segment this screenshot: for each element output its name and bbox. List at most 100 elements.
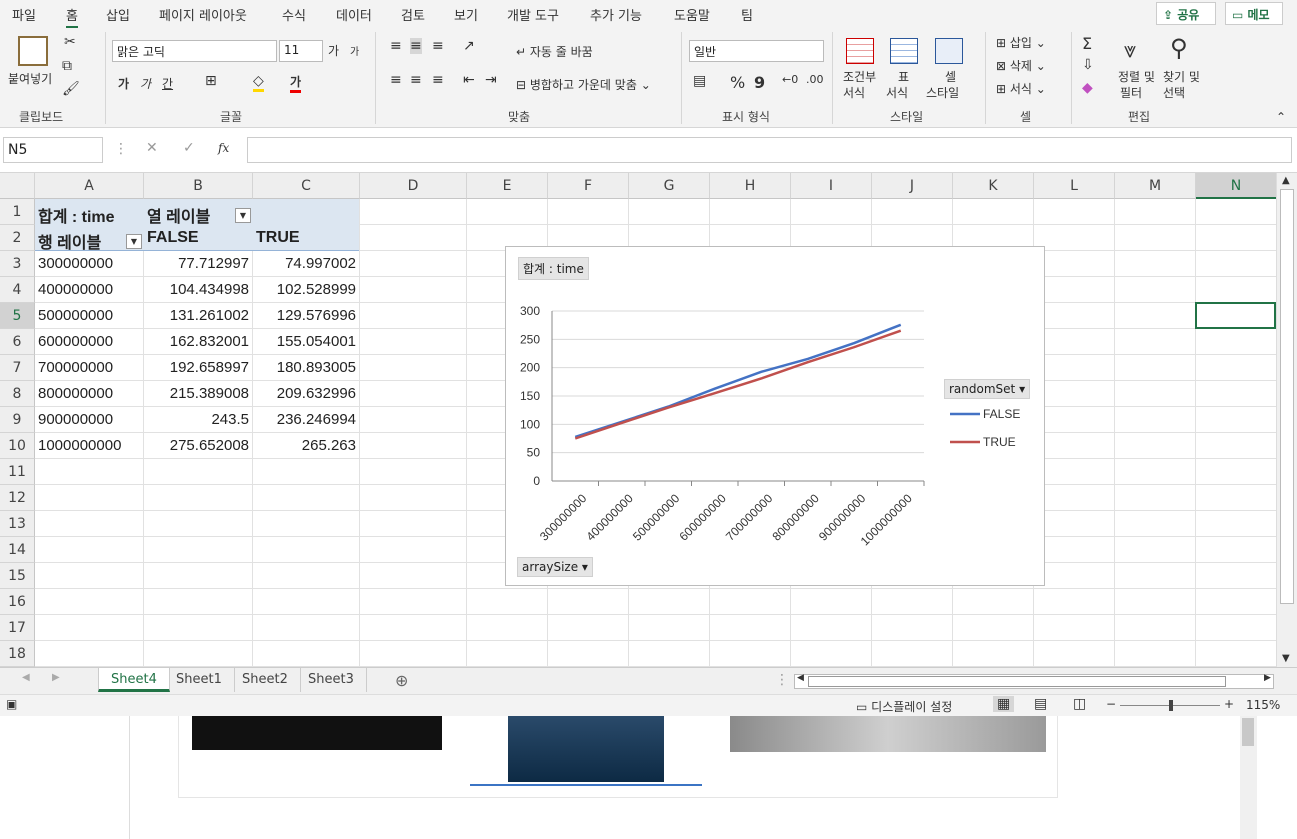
tab-splitter-icon[interactable]: ⋮: [775, 672, 789, 688]
clear-icon[interactable]: ◆: [1082, 80, 1093, 96]
page-break-view-icon[interactable]: ◫: [1073, 696, 1086, 712]
pivot-value-cell[interactable]: 209.632996: [252, 385, 356, 402]
pivot-row-label[interactable]: 700000000: [38, 359, 113, 376]
row-header[interactable]: 6: [0, 329, 35, 355]
cell-styles-button-line2[interactable]: 스타일: [926, 84, 959, 101]
row-header[interactable]: 12: [0, 485, 35, 511]
comma-button[interactable]: 9: [754, 73, 765, 92]
zoom-out-button[interactable]: −: [1106, 697, 1116, 711]
font-size-select[interactable]: 11: [279, 40, 323, 62]
column-header[interactable]: B: [144, 173, 253, 199]
pivot-value-cell[interactable]: 102.528999: [252, 281, 356, 298]
sort-filter-button[interactable]: 정렬 및: [1118, 68, 1155, 85]
column-header[interactable]: M: [1115, 173, 1196, 199]
enter-icon[interactable]: ✓: [183, 140, 195, 156]
conditional-format-button[interactable]: 조건부: [843, 68, 876, 85]
column-header[interactable]: G: [629, 173, 710, 199]
merge-center-button[interactable]: ⊟ 병합하고 가운데 맞춤 ⌄: [516, 76, 651, 93]
scroll-down-icon[interactable]: ▼: [1282, 653, 1290, 664]
number-format-select[interactable]: 일반: [689, 40, 824, 62]
row-header[interactable]: 9: [0, 407, 35, 433]
row-header[interactable]: 14: [0, 537, 35, 563]
column-header[interactable]: E: [467, 173, 548, 199]
format-painter-icon[interactable]: 🖌: [62, 81, 80, 97]
cell-styles-icon[interactable]: [935, 38, 963, 64]
vertical-scrollbar[interactable]: ▲ ▼: [1276, 173, 1297, 667]
pivot-value-cell[interactable]: 131.261002: [144, 307, 249, 324]
fill-icon[interactable]: ⇩: [1082, 57, 1094, 73]
align-middle-icon[interactable]: ≡: [410, 38, 422, 54]
pivot-value-cell[interactable]: 265.263: [252, 437, 356, 454]
row-filter-button[interactable]: ▼: [126, 234, 142, 249]
pivot-value-cell[interactable]: 162.832001: [144, 333, 249, 350]
menu-team[interactable]: 팀: [741, 5, 753, 24]
column-header[interactable]: A: [35, 173, 144, 199]
column-header[interactable]: F: [548, 173, 629, 199]
pivot-row-label[interactable]: 1000000000: [38, 437, 121, 454]
sheet-tab-sheet4[interactable]: Sheet4: [98, 668, 170, 692]
sort-filter-icon[interactable]: ⩔: [1124, 38, 1136, 63]
find-select-button-line2[interactable]: 선택: [1163, 84, 1185, 101]
paste-icon[interactable]: [18, 36, 48, 66]
scroll-left-icon[interactable]: ◀: [797, 673, 804, 683]
font-color-button[interactable]: 가: [290, 73, 302, 93]
scroll-right-icon[interactable]: ▶: [1264, 673, 1271, 683]
pivot-value-cell[interactable]: 192.658997: [144, 359, 249, 376]
share-button[interactable]: ⇪ 공유: [1156, 2, 1216, 25]
horizontal-scroll-thumb[interactable]: [808, 676, 1226, 687]
column-header[interactable]: I: [791, 173, 872, 199]
align-top-icon[interactable]: ≡: [390, 38, 402, 54]
pivot-row-label[interactable]: 300000000: [38, 255, 113, 272]
sheet-tab-sheet3[interactable]: Sheet3: [296, 668, 367, 692]
add-sheet-icon[interactable]: ⊕: [395, 671, 408, 690]
row-header[interactable]: 15: [0, 563, 35, 589]
column-header[interactable]: J: [872, 173, 953, 199]
font-grow-button[interactable]: 가: [328, 42, 339, 59]
pivot-value-cell[interactable]: 275.652008: [144, 437, 249, 454]
pivot-value-cell[interactable]: 155.054001: [252, 333, 356, 350]
menu-page-layout[interactable]: 페이지 레이아웃: [159, 5, 247, 24]
sheet-tab-sheet2[interactable]: Sheet2: [230, 668, 301, 692]
column-header[interactable]: C: [253, 173, 360, 199]
menu-help[interactable]: 도움말: [674, 5, 710, 24]
collapse-ribbon-icon[interactable]: ⌃: [1276, 110, 1286, 124]
column-header[interactable]: N: [1196, 173, 1276, 199]
column-header[interactable]: H: [710, 173, 791, 199]
pivot-row-label[interactable]: 800000000: [38, 385, 113, 402]
column-filter-button[interactable]: ▼: [235, 208, 251, 223]
pivot-title[interactable]: 합계 : time: [38, 203, 115, 227]
memo-button[interactable]: ▭ 메모: [1225, 2, 1283, 25]
row-header[interactable]: 5: [0, 303, 35, 329]
pivot-header-true[interactable]: TRUE: [256, 229, 300, 247]
row-header[interactable]: 17: [0, 615, 35, 641]
pivot-header-false[interactable]: FALSE: [147, 229, 199, 247]
terminal-thumbnail[interactable]: [192, 716, 442, 750]
pivot-value-cell[interactable]: 74.997002: [252, 255, 356, 272]
align-bottom-icon[interactable]: ≡: [432, 38, 444, 54]
align-center-icon[interactable]: ≡: [410, 72, 422, 88]
border-icon[interactable]: ⊞: [205, 73, 217, 89]
pivot-value-cell[interactable]: 215.389008: [144, 385, 249, 402]
pivot-value-cell[interactable]: 243.5: [144, 411, 249, 428]
zoom-slider-thumb[interactable]: [1169, 700, 1173, 711]
formula-input[interactable]: [247, 137, 1292, 163]
pivot-value-cell[interactable]: 180.893005: [252, 359, 356, 376]
pivot-row-label[interactable]: 500000000: [38, 307, 113, 324]
fill-color-icon[interactable]: ◇: [253, 73, 264, 92]
column-header[interactable]: D: [360, 173, 467, 199]
delete-cells-button[interactable]: ⊠ 삭제 ⌄: [996, 57, 1046, 74]
pivot-row-label[interactable]: 600000000: [38, 333, 113, 350]
row-header[interactable]: 10: [0, 433, 35, 459]
format-cells-button[interactable]: ⊞ 서식 ⌄: [996, 80, 1046, 97]
name-box[interactable]: N5: [3, 137, 103, 163]
pivot-column-labels[interactable]: 열 레이블: [147, 203, 210, 227]
pivot-value-cell[interactable]: 77.712997: [144, 255, 249, 272]
menu-review[interactable]: 검토: [401, 5, 425, 24]
scroll-thumb[interactable]: [1280, 189, 1294, 604]
underline-button[interactable]: 간: [162, 75, 173, 92]
bold-button[interactable]: 가: [118, 75, 129, 92]
wrap-text-button[interactable]: ↵ 자동 줄 바꿈: [516, 43, 593, 60]
select-all-corner[interactable]: [0, 173, 35, 199]
menu-data[interactable]: 데이터: [336, 5, 372, 24]
pivot-value-cell[interactable]: 236.246994: [252, 411, 356, 428]
